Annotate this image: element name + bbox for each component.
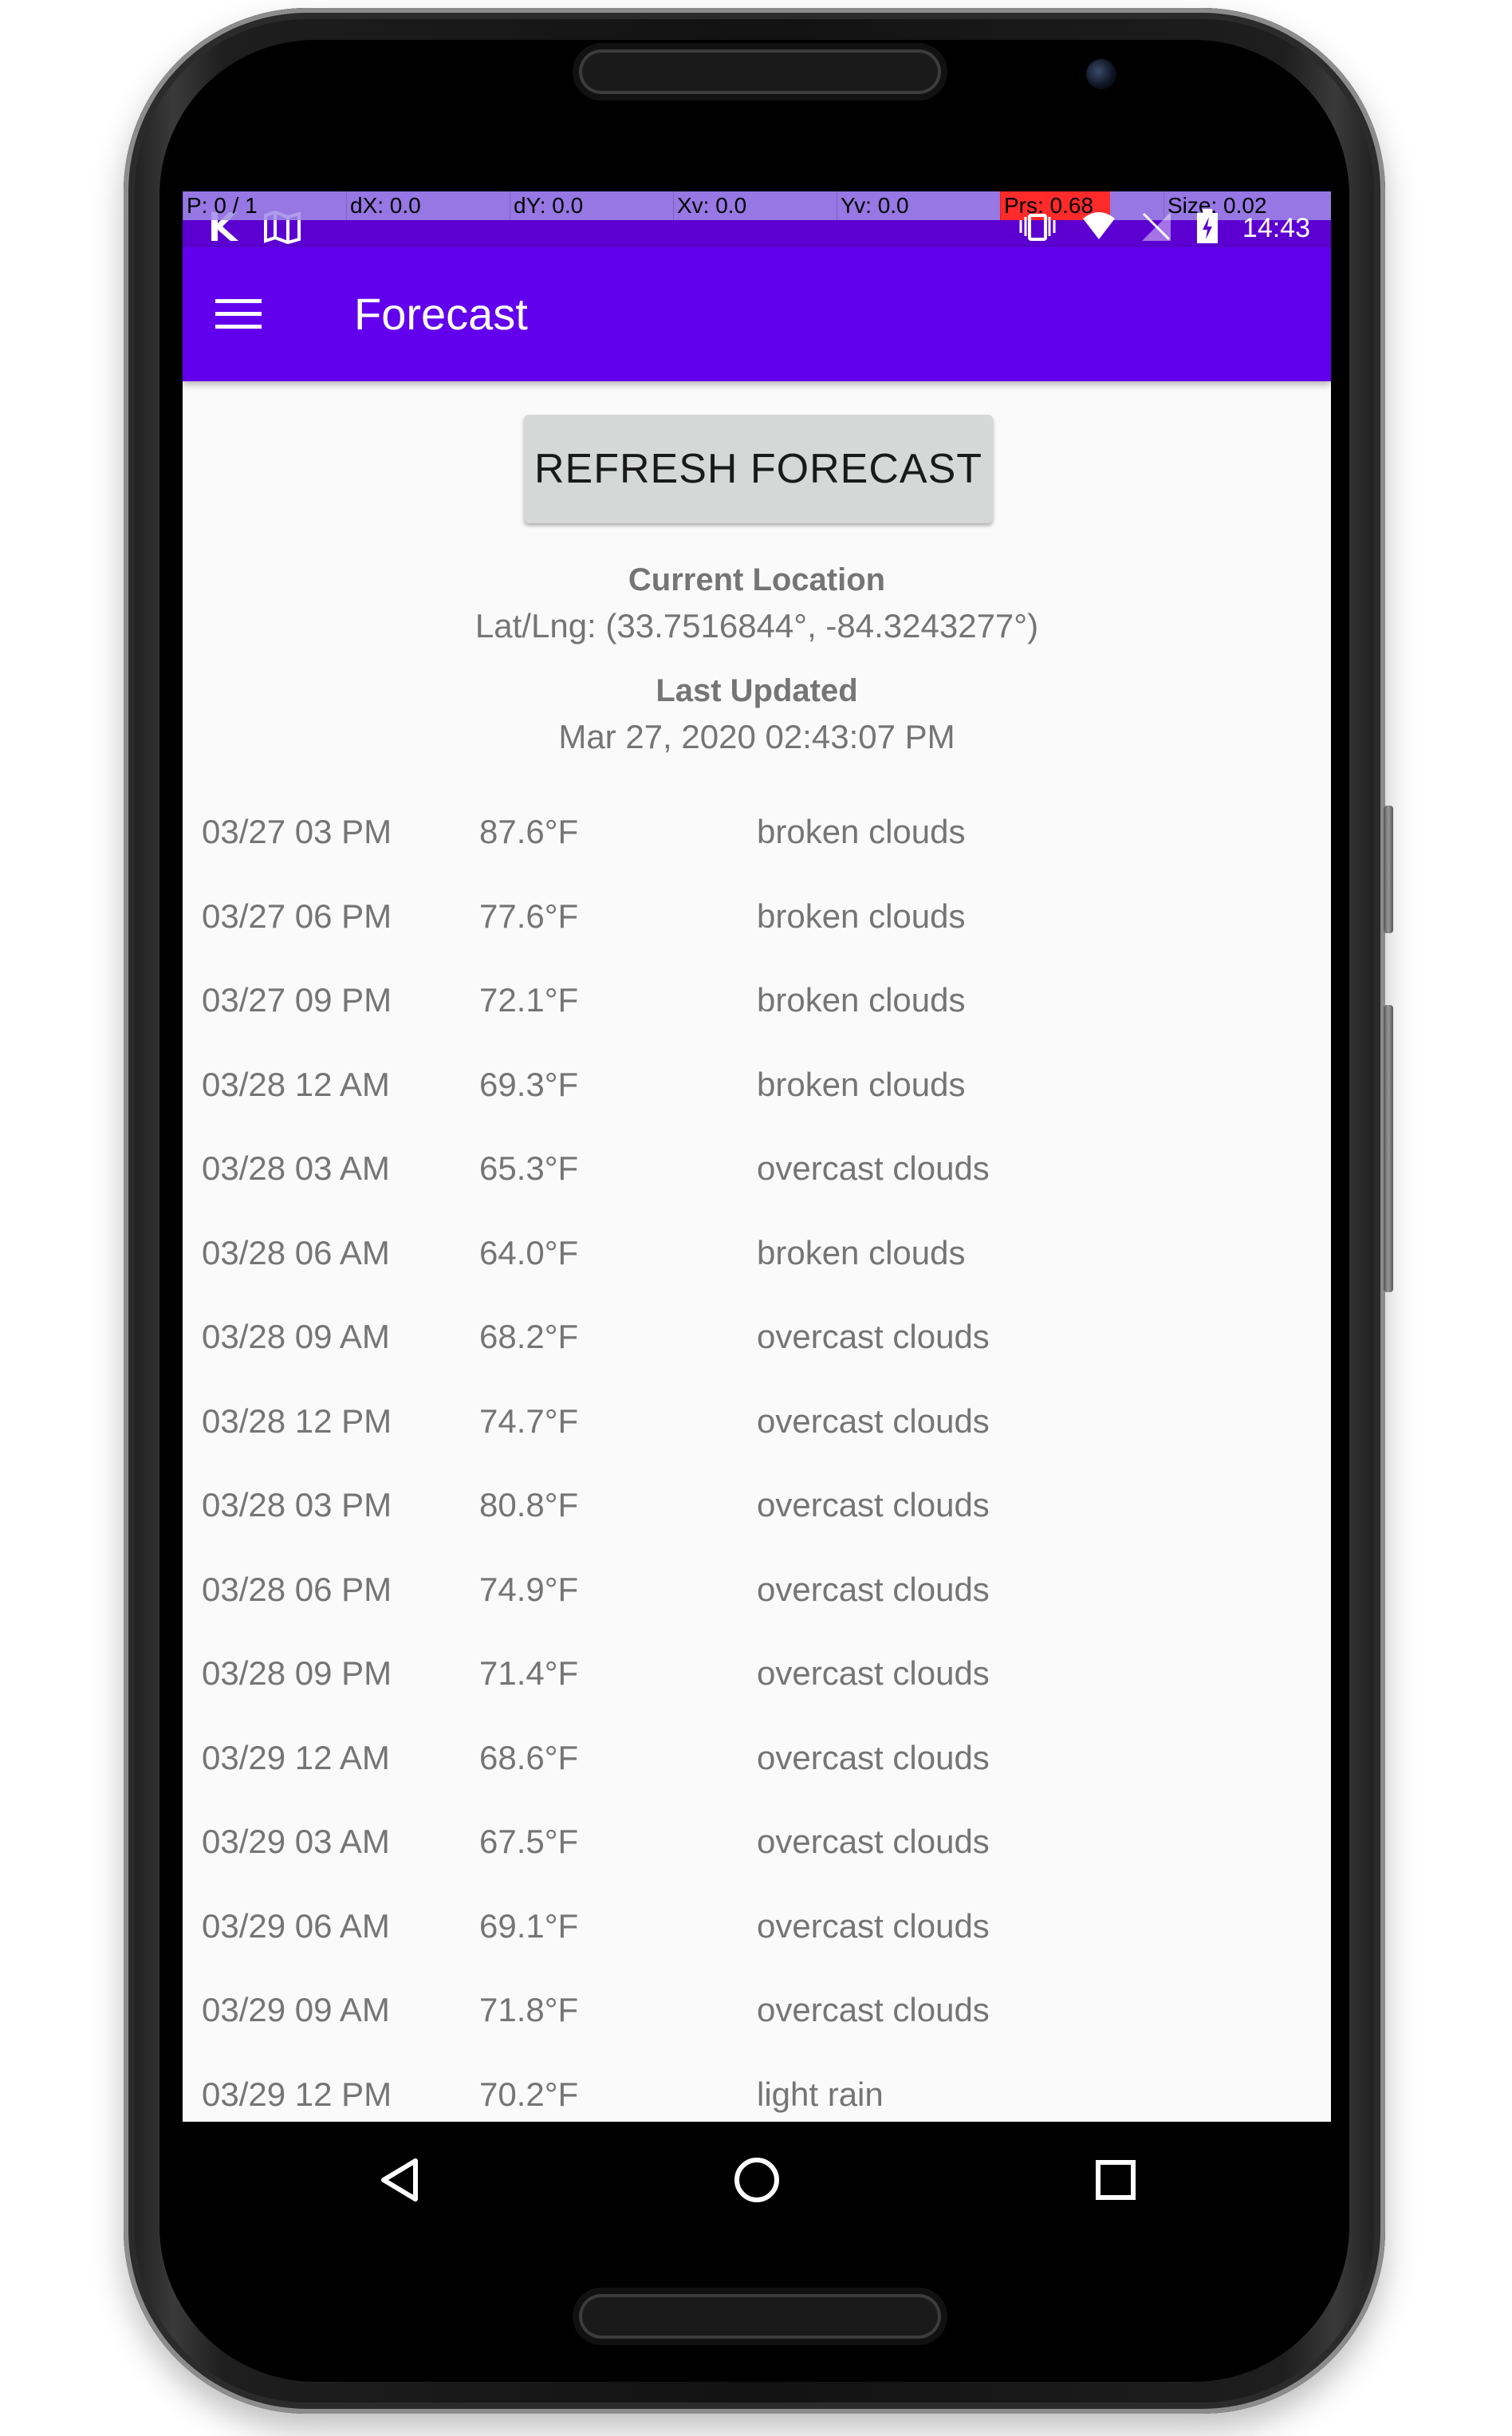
forecast-description: light rain — [757, 2075, 884, 2113]
forecast-time: 03/28 09 AM — [202, 1318, 390, 1355]
forecast-description: overcast clouds — [757, 1738, 990, 1776]
forecast-time: 03/28 03 AM — [202, 1149, 390, 1187]
pointer-yv: Yv: 0.0 — [837, 191, 1000, 220]
forecast-temp: 71.4°F — [479, 1654, 579, 1692]
forecast-row[interactable]: 03/29 12 PM 70.2°F light rain — [183, 2052, 1331, 2123]
forecast-time: 03/28 03 PM — [202, 1486, 392, 1523]
forecast-time: 03/27 06 PM — [202, 897, 392, 935]
forecast-row[interactable]: 03/27 09 PM 72.1°F broken clouds — [183, 958, 1331, 1043]
status-clock: 14:43 — [1242, 212, 1310, 243]
forecast-row[interactable]: 03/29 09 AM 71.8°F overcast clouds — [183, 1968, 1331, 2052]
vibrate-icon — [1018, 211, 1057, 246]
forecast-description: overcast clouds — [757, 1318, 990, 1355]
forecast-temp: 69.3°F — [479, 1065, 579, 1103]
forecast-row[interactable]: 03/28 06 PM 74.9°F overcast clouds — [183, 1547, 1331, 1632]
current-location-section: Current Location Lat/Lng: (33.7516844°, … — [183, 557, 1331, 649]
forecast-temp: 67.5°F — [479, 1823, 579, 1860]
navigation-bar — [183, 2122, 1331, 2238]
forecast-row[interactable]: 03/28 03 PM 80.8°F overcast clouds — [183, 1463, 1331, 1547]
forecast-description: overcast clouds — [757, 1906, 990, 1945]
forecast-row[interactable]: 03/28 12 PM 74.7°F overcast clouds — [183, 1379, 1331, 1464]
pointer-count: P: 0 / 1 — [183, 191, 346, 220]
forecast-row[interactable]: 03/27 03 PM 87.6°F broken clouds — [183, 790, 1331, 874]
forecast-description: broken clouds — [757, 1233, 966, 1271]
refresh-forecast-button[interactable]: REFRESH FORECAST — [524, 415, 993, 523]
forecast-temp: 69.1°F — [479, 1906, 579, 1945]
forecast-temp: 87.6°F — [479, 813, 579, 850]
forecast-time: 03/29 12 PM — [202, 2075, 392, 2113]
forecast-time: 03/28 12 PM — [202, 1401, 392, 1440]
bottom-speaker — [579, 2294, 941, 2339]
forecast-temp: 74.7°F — [479, 1401, 579, 1440]
status-bar: P: 0 / 1 dX: 0.0 dY: 0.0 Xv: 0.0 Yv: 0.0… — [183, 191, 1331, 247]
forecast-description: broken clouds — [757, 897, 966, 935]
forecast-temp: 68.2°F — [479, 1318, 579, 1355]
forecast-description: overcast clouds — [757, 1823, 990, 1860]
current-location-label: Current Location — [628, 562, 886, 597]
forecast-description: overcast clouds — [757, 1486, 990, 1523]
last-updated-label: Last Updated — [656, 673, 858, 708]
forecast-temp: 70.2°F — [479, 2075, 579, 2113]
power-button — [1384, 1005, 1393, 1292]
forecast-description: overcast clouds — [757, 1149, 990, 1187]
forecast-temp: 68.6°F — [479, 1738, 579, 1776]
forecast-row[interactable]: 03/28 03 AM 65.3°F overcast clouds — [183, 1126, 1331, 1211]
forecast-temp: 77.6°F — [479, 897, 579, 935]
screen: P: 0 / 1 dX: 0.0 dY: 0.0 Xv: 0.0 Yv: 0.0… — [183, 191, 1331, 2122]
pointer-dx: dX: 0.0 — [346, 191, 510, 220]
last-updated-section: Last Updated Mar 27, 2020 02:43:07 PM — [183, 668, 1331, 760]
forecast-temp: 72.1°F — [479, 981, 579, 1019]
page-title: Forecast — [354, 289, 528, 339]
forecast-time: 03/28 06 PM — [202, 1570, 392, 1608]
recents-square-icon[interactable] — [1084, 2148, 1148, 2212]
forecast-row[interactable]: 03/29 03 AM 67.5°F overcast clouds — [183, 1799, 1331, 1884]
front-camera — [1086, 59, 1116, 89]
wifi-icon — [1081, 211, 1116, 246]
last-updated-value: Mar 27, 2020 02:43:07 PM — [558, 718, 955, 755]
forecast-description: overcast clouds — [757, 1991, 990, 2028]
pointer-dy: dY: 0.0 — [510, 191, 673, 220]
forecast-time: 03/29 06 AM — [202, 1906, 390, 1945]
forecast-time: 03/29 12 AM — [202, 1738, 390, 1776]
forecast-time: 03/27 03 PM — [202, 813, 392, 850]
forecast-time: 03/28 06 AM — [202, 1233, 390, 1271]
forecast-description: broken clouds — [757, 1065, 966, 1103]
forecast-time: 03/28 09 PM — [202, 1654, 392, 1692]
forecast-temp: 71.8°F — [479, 1991, 579, 2028]
current-location-value: Lat/Lng: (33.7516844°, -84.3243277°) — [474, 607, 1039, 644]
status-right-icons: 14:43 — [1018, 207, 1310, 249]
forecast-description: broken clouds — [757, 981, 966, 1019]
forecast-temp: 64.0°F — [479, 1233, 579, 1271]
forecast-row[interactable]: 03/28 06 AM 64.0°F broken clouds — [183, 1211, 1331, 1295]
forecast-temp: 65.3°F — [479, 1149, 579, 1187]
forecast-description: overcast clouds — [757, 1654, 990, 1692]
forecast-list: 03/27 03 PM 87.6°F broken clouds 03/27 0… — [183, 790, 1331, 2122]
forecast-row[interactable]: 03/29 12 AM 68.6°F overcast clouds — [183, 1716, 1331, 1800]
forecast-time: 03/29 09 AM — [202, 1991, 390, 2028]
forecast-row[interactable]: 03/28 12 AM 69.3°F broken clouds — [183, 1043, 1331, 1127]
forecast-row[interactable]: 03/28 09 PM 71.4°F overcast clouds — [183, 1631, 1331, 1716]
pointer-xv: Xv: 0.0 — [673, 191, 837, 220]
device-frame: P: 0 / 1 dX: 0.0 dY: 0.0 Xv: 0.0 Yv: 0.0… — [0, 0, 1512, 2436]
forecast-time: 03/29 03 AM — [202, 1823, 390, 1860]
top-speaker — [579, 49, 941, 94]
forecast-row[interactable]: 03/29 06 AM 69.1°F overcast clouds — [183, 1884, 1331, 1969]
forecast-description: overcast clouds — [757, 1401, 990, 1440]
forecast-row[interactable]: 03/28 09 AM 68.2°F overcast clouds — [183, 1295, 1331, 1379]
forecast-description: broken clouds — [757, 813, 966, 850]
no-signal-icon — [1140, 211, 1172, 246]
forecast-row[interactable]: 03/27 06 PM 77.6°F broken clouds — [183, 874, 1331, 959]
forecast-description: overcast clouds — [757, 1570, 990, 1608]
home-circle-icon[interactable] — [725, 2148, 789, 2212]
forecast-temp: 80.8°F — [479, 1486, 579, 1523]
back-triangle-icon[interactable] — [368, 2148, 431, 2212]
forecast-temp: 74.9°F — [479, 1570, 579, 1608]
app-bar: Forecast — [183, 247, 1331, 381]
forecast-time: 03/28 12 AM — [202, 1065, 390, 1103]
hamburger-menu-icon[interactable] — [207, 282, 270, 346]
forecast-time: 03/27 09 PM — [202, 981, 392, 1019]
volume-button — [1384, 806, 1393, 933]
battery-charging-icon — [1196, 208, 1219, 248]
